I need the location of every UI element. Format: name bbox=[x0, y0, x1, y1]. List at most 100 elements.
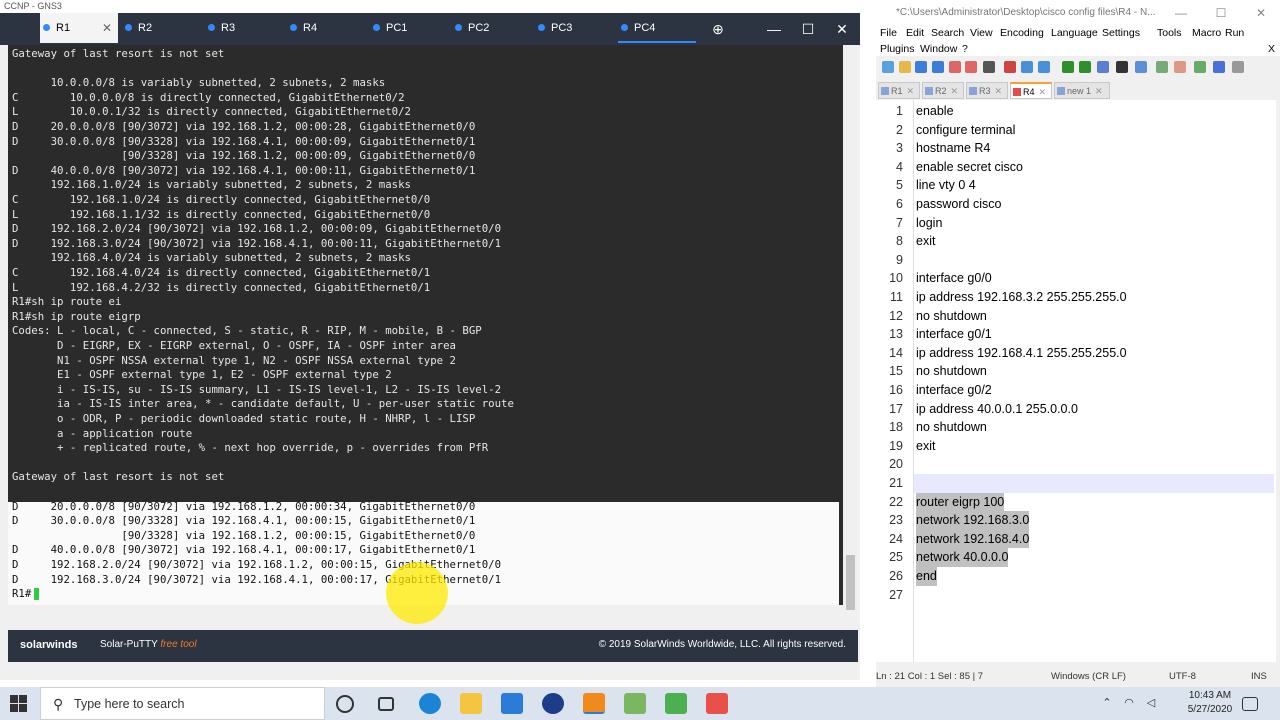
menu-file[interactable]: File bbox=[880, 27, 897, 39]
toolbar-button-icon[interactable] bbox=[1174, 61, 1186, 73]
taskbar: ⚲ Type here to search ⌃ ◠ ◁ 10:43 AM 5/2… bbox=[0, 687, 1280, 720]
network-icon[interactable]: ◠ bbox=[1122, 693, 1136, 714]
terminal-line: ia - IS-IS inter area, * - candidate def… bbox=[12, 397, 514, 411]
tab-r3[interactable]: R3 bbox=[205, 13, 283, 43]
edge-icon[interactable] bbox=[419, 693, 441, 714]
toolbar-button-icon[interactable] bbox=[1135, 61, 1147, 73]
notepad-plus-plus-icon[interactable] bbox=[624, 693, 646, 714]
camtasia-icon[interactable] bbox=[665, 693, 687, 714]
tab-r1[interactable]: R1 ✕ bbox=[40, 13, 118, 43]
toolbar-button-icon[interactable] bbox=[882, 61, 894, 73]
menu-help[interactable]: ? bbox=[962, 43, 968, 55]
menu-tools[interactable]: Tools bbox=[1157, 27, 1182, 39]
store-icon[interactable] bbox=[501, 693, 523, 714]
line-number: 5 bbox=[896, 178, 903, 193]
doc-tab-r1[interactable]: R1 ✕ bbox=[878, 82, 920, 99]
npp-close-button[interactable]: ✕ bbox=[1246, 0, 1276, 26]
toolbar-button-icon[interactable] bbox=[1038, 61, 1050, 73]
doc-tab-r3[interactable]: R3 ✕ bbox=[966, 82, 1008, 99]
terminal-cursor bbox=[34, 588, 39, 601]
terminal-line: D 192.168.2.0/24 [90/3072] via 192.168.1… bbox=[12, 222, 502, 236]
tab-pc1[interactable]: PC1 bbox=[370, 13, 448, 43]
recorder-icon[interactable] bbox=[706, 693, 728, 714]
toolbar-button-icon[interactable] bbox=[1062, 61, 1074, 73]
tray-chevron-icon[interactable]: ⌃ bbox=[1100, 693, 1114, 714]
minimize-button[interactable]: — bbox=[758, 13, 790, 45]
maximize-button[interactable]: ☐ bbox=[792, 13, 824, 45]
free-tool-label: free tool bbox=[160, 639, 197, 650]
menu-plugins[interactable]: Plugins bbox=[880, 43, 914, 55]
toolbar-button-icon[interactable] bbox=[965, 61, 977, 73]
toolbar-button-icon[interactable] bbox=[899, 61, 911, 73]
npp-maximize-button[interactable]: ☐ bbox=[1206, 0, 1236, 26]
task-view-icon[interactable] bbox=[378, 697, 394, 711]
menu-run[interactable]: Run bbox=[1225, 27, 1244, 39]
terminal-line: [90/3328] via 192.168.1.2, 00:00:15, Gig… bbox=[12, 528, 476, 542]
close-tab-icon[interactable]: ✕ bbox=[907, 86, 915, 96]
toolbar-button-icon[interactable] bbox=[1004, 61, 1016, 73]
toolbar-button-icon[interactable] bbox=[1156, 61, 1168, 73]
code-line: exit bbox=[916, 438, 936, 453]
tab-pc3[interactable]: PC3 bbox=[535, 13, 613, 43]
toolbar-button-icon[interactable] bbox=[983, 61, 995, 73]
add-tab-button[interactable]: ⊕ bbox=[702, 13, 734, 45]
windows-start-icon[interactable] bbox=[10, 695, 27, 712]
close-button[interactable]: ✕ bbox=[826, 13, 858, 45]
toolbar-button-icon[interactable] bbox=[1116, 61, 1128, 73]
tab-pc4[interactable]: PC4 bbox=[618, 13, 696, 43]
menu-view[interactable]: View bbox=[970, 27, 993, 39]
menu-macro[interactable]: Macro bbox=[1192, 27, 1221, 39]
toolbar-button-icon[interactable] bbox=[1021, 61, 1033, 73]
line-number: 25 bbox=[889, 550, 903, 565]
line-number: 11 bbox=[890, 290, 903, 304]
doc-tab-new-1[interactable]: new 1 ✕ bbox=[1054, 82, 1110, 99]
npp-minimize-button[interactable]: — bbox=[1166, 0, 1196, 26]
toolbar-button-icon[interactable] bbox=[949, 61, 961, 73]
cortana-icon[interactable] bbox=[336, 695, 354, 713]
menu-edit[interactable]: Edit bbox=[906, 27, 924, 39]
terminal-scrollbar[interactable] bbox=[843, 45, 858, 627]
doc-tab-r4[interactable]: R4 ✕ bbox=[1010, 82, 1052, 99]
menu-window[interactable]: Window bbox=[920, 43, 957, 55]
toolbar-button-icon[interactable] bbox=[1213, 61, 1225, 73]
toolbar-button-icon[interactable] bbox=[1079, 61, 1091, 73]
menu-search[interactable]: Search bbox=[931, 27, 964, 39]
gns3-icon[interactable] bbox=[542, 693, 564, 714]
terminal-output[interactable]: Gateway of last resort is not set 10.0.0… bbox=[8, 45, 843, 605]
toolbar-button-icon[interactable] bbox=[932, 61, 944, 73]
toolbar-button-icon[interactable] bbox=[915, 61, 927, 73]
tab-r2[interactable]: R2 bbox=[122, 13, 200, 43]
code-line: no shutdown bbox=[916, 364, 987, 379]
close-tab-icon[interactable]: ✕ bbox=[1039, 87, 1047, 97]
scroll-thumb[interactable] bbox=[846, 555, 855, 610]
toolbar-button-icon[interactable] bbox=[1097, 61, 1109, 73]
clock[interactable]: 10:43 AM 5/27/2020 bbox=[1180, 689, 1240, 717]
toolbar-button-icon[interactable] bbox=[1232, 61, 1244, 73]
tab-r4[interactable]: R4 bbox=[287, 13, 365, 43]
close-document-icon[interactable]: X bbox=[1268, 43, 1275, 55]
terminal-line: Gateway of last resort is not set bbox=[12, 470, 225, 484]
menu-settings[interactable]: Settings bbox=[1102, 27, 1140, 39]
line-number: 17 bbox=[889, 401, 903, 416]
menu-language[interactable]: Language bbox=[1051, 27, 1098, 39]
close-tab-icon[interactable]: ✕ bbox=[102, 13, 112, 43]
toolbar-button-icon[interactable] bbox=[1194, 61, 1206, 73]
doc-tab-label: new 1 bbox=[1067, 86, 1092, 96]
file-explorer-icon[interactable] bbox=[460, 693, 482, 714]
editor[interactable]: 1 2 3 4 5 6 7 8 9 10 11 12 13 14 15 16 17 18 19 20 21 22 23 24 2… bbox=[876, 100, 1276, 662]
terminal-line: L 192.168.4.2/32 is directly connected, … bbox=[12, 280, 431, 294]
menu-encoding[interactable]: Encoding bbox=[1000, 27, 1044, 39]
terminal-line: E1 - OSPF external type 1, E2 - OSPF ext… bbox=[12, 368, 392, 382]
eol-format: Windows (CR LF) bbox=[1051, 671, 1126, 682]
close-tab-icon[interactable]: ✕ bbox=[951, 86, 959, 96]
taskbar-search[interactable]: ⚲ Type here to search bbox=[40, 687, 325, 720]
line-number: 16 bbox=[889, 383, 903, 397]
notifications-icon[interactable] bbox=[1242, 697, 1258, 711]
solar-putty-icon[interactable] bbox=[583, 693, 605, 714]
close-tab-icon[interactable]: ✕ bbox=[1095, 86, 1103, 96]
code-line: ip address 40.0.0.1 255.0.0.0 bbox=[916, 401, 1078, 416]
volume-icon[interactable]: ◁ bbox=[1144, 693, 1158, 714]
doc-tab-r2[interactable]: R2 ✕ bbox=[922, 82, 964, 99]
tab-pc2[interactable]: PC2 bbox=[452, 13, 530, 43]
close-tab-icon[interactable]: ✕ bbox=[995, 86, 1003, 96]
